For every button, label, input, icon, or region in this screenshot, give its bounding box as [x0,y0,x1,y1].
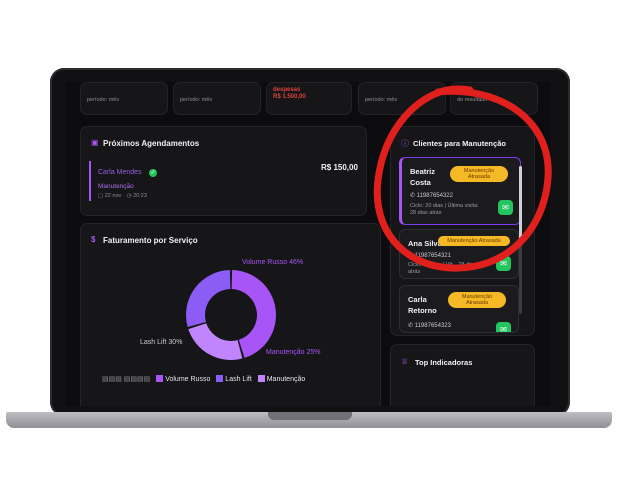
slice-lash-lift[interactable] [186,270,231,328]
client-phone: 11987654322 [416,193,453,199]
client-cycle-info: Ciclo: 20 dias | Última visita: 28 dias … [410,203,479,216]
info-circle-icon: ⓘ [401,139,409,148]
slice-manutencao[interactable] [188,323,243,360]
legend-label-manutencao: Manutenção [266,376,306,383]
phone-icon: ✆ [410,193,417,199]
clients-title: Clientes para Manutenção [413,139,506,148]
overdue-badge: Manutenção Atrasada [448,292,506,308]
whatsapp-button[interactable]: ✉ [496,322,511,332]
slice-label-2: Manutenção 25% [266,349,320,356]
clients-card: ⓘ Clientes para Manutenção Beatriz Costa… [390,126,535,336]
slice-label-1: Lash Lift 30% [140,339,182,346]
phone-icon: ✆ [408,253,415,259]
client-phone: 11987654323 [414,323,451,329]
legend-label-volume: Volume Russo [165,376,211,383]
legend-overlap-text: ▤▤▤ ▤▤▤▤ [102,376,151,383]
client-cycle-info: Ciclo: 20 dias | Últ... 28 dias atrás [408,262,477,275]
client-card-ana[interactable]: Ana Silva Manutenção Atrasada ✆ 11987654… [399,229,519,279]
client-card-beatriz[interactable]: Beatriz Costa Manutenção Atrasada ✆ 1198… [399,157,521,225]
scrollbar-thumb[interactable] [519,166,522,246]
client-name: Beatriz Costa [410,167,436,187]
indicators-title: Top Indicadoras [415,358,473,367]
legend-label-lift: Lash Lift [225,376,252,383]
laptop-notch [268,412,352,420]
legend-swatch-lift [216,375,224,382]
chart-legend: ▤▤▤ ▤▤▤▤ Volume Russo Lash Lift Manutenç… [102,375,305,383]
whatsapp-button[interactable]: ✉ [498,200,513,215]
client-phone: 11987654321 [414,253,451,259]
overdue-badge: Manutenção Atrasada [450,166,508,182]
dashboard-screen: período: mês período: mês despesas R$ 1.… [66,82,550,406]
legend-swatch-volume [156,375,164,382]
overdue-badge: Manutenção Atrasada [438,236,510,246]
slice-label-0: Volume Russo 46% [242,259,303,266]
phone-icon: ✆ [408,323,415,329]
indicators-card: ♕ Top Indicadoras [390,344,535,406]
client-card-carla[interactable]: Carla Retorno Manutenção Atrasada ✆ 1198… [399,285,519,333]
clients-scrollbar[interactable] [519,166,522,314]
legend-swatch-manutencao [257,375,265,382]
trophy-icon: ♕ [401,357,409,366]
whatsapp-button[interactable]: ✉ [496,256,511,271]
client-name: Carla Retorno [408,295,437,315]
